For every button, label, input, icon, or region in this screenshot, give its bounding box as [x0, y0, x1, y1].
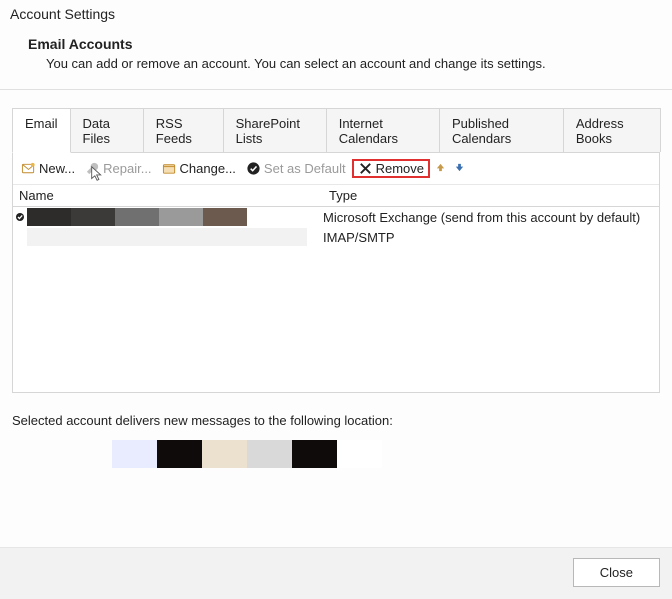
tab-content: New... Repair... Change... Set as Defaul…: [12, 152, 660, 393]
titlebar: Account Settings: [0, 0, 672, 30]
account-type: Microsoft Exchange (send from this accou…: [323, 210, 657, 225]
tab-email[interactable]: Email: [12, 108, 71, 153]
delivery-location-label: Selected account delivers new messages t…: [12, 413, 660, 428]
table-row[interactable]: IMAP/SMTP: [13, 227, 659, 247]
header-description: You can add or remove an account. You ca…: [28, 56, 644, 71]
toolbar: New... Repair... Change... Set as Defaul…: [13, 153, 659, 185]
tab-published-calendars[interactable]: Published Calendars: [439, 108, 564, 152]
remove-button[interactable]: Remove: [352, 159, 430, 178]
change-button[interactable]: Change...: [158, 159, 240, 178]
close-button[interactable]: Close: [573, 558, 660, 587]
table-row[interactable]: Microsoft Exchange (send from this accou…: [13, 207, 659, 227]
move-down-button[interactable]: [451, 159, 468, 178]
tab-row: Email Data Files RSS Feeds SharePoint Li…: [0, 90, 672, 152]
wrench-icon: [85, 161, 100, 176]
column-type[interactable]: Type: [329, 188, 653, 203]
table-header: Name Type: [13, 185, 659, 207]
close-icon[interactable]: [650, 6, 662, 26]
dialog-title: Account Settings: [10, 6, 115, 22]
table-body: Microsoft Exchange (send from this accou…: [13, 207, 659, 392]
delivery-location-redacted: [112, 440, 382, 468]
delivery-location-section: Selected account delivers new messages t…: [0, 393, 672, 474]
arrow-up-icon: [435, 162, 446, 173]
move-up-button[interactable]: [432, 159, 449, 178]
account-settings-dialog: Account Settings Email Accounts You can …: [0, 0, 672, 599]
folder-change-icon: [162, 161, 177, 176]
tab-data-files[interactable]: Data Files: [70, 108, 144, 152]
account-type: IMAP/SMTP: [323, 230, 657, 245]
new-button[interactable]: New...: [17, 159, 79, 178]
column-name[interactable]: Name: [19, 188, 329, 203]
envelope-new-icon: [21, 161, 36, 176]
dialog-header: Email Accounts You can add or remove an …: [0, 30, 672, 89]
dialog-footer: Close: [0, 547, 672, 599]
tab-sharepoint-lists[interactable]: SharePoint Lists: [223, 108, 327, 152]
check-circle-icon: [246, 161, 261, 176]
tab-rss-feeds[interactable]: RSS Feeds: [143, 108, 224, 152]
set-default-button: Set as Default: [242, 159, 350, 178]
default-check-icon: [15, 210, 27, 225]
account-name-redacted: [27, 208, 323, 226]
arrow-down-icon: [454, 162, 465, 173]
tab-address-books[interactable]: Address Books: [563, 108, 661, 152]
x-icon: [358, 161, 373, 176]
tab-internet-calendars[interactable]: Internet Calendars: [326, 108, 440, 152]
account-name-redacted: [27, 228, 323, 246]
header-heading: Email Accounts: [28, 36, 644, 52]
repair-button: Repair...: [81, 159, 155, 178]
